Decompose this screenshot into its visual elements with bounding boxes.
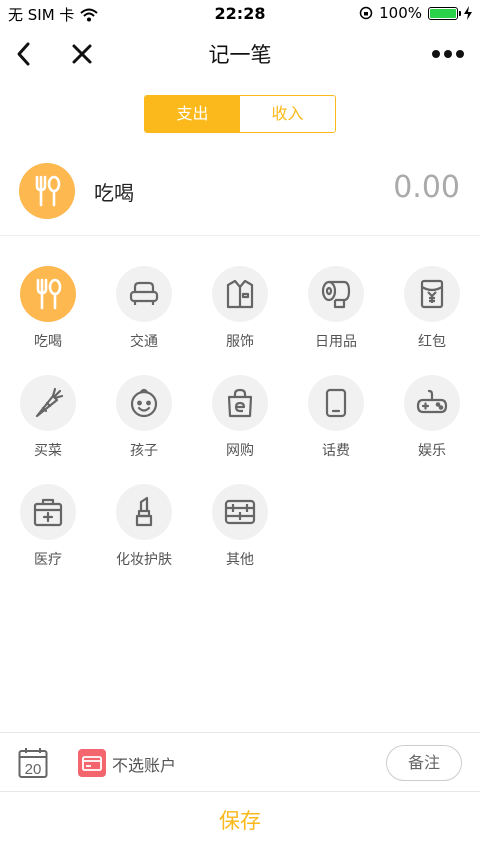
type-switch: 支出 收入 <box>144 95 336 133</box>
car-seat-icon <box>116 266 172 322</box>
baby-face-icon <box>116 375 172 431</box>
selected-category-name: 吃喝 <box>94 181 134 205</box>
bottom-toolbar: 20 不选账户 备注 <box>0 732 480 792</box>
category-item[interactable]: 网购 <box>192 375 288 475</box>
category-label: 话费 <box>322 443 350 459</box>
tab-expense[interactable]: 支出 <box>145 96 240 132</box>
category-item[interactable]: 孩子 <box>96 375 192 475</box>
category-item[interactable]: 日用品 <box>288 266 384 366</box>
red-envelope-icon <box>404 266 460 322</box>
more-icon[interactable] <box>430 38 466 70</box>
category-label: 服饰 <box>226 334 254 350</box>
category-label: 吃喝 <box>34 334 62 350</box>
category-label: 化妆护肤 <box>116 552 172 568</box>
note-button[interactable]: 备注 <box>386 745 462 781</box>
category-item[interactable]: 化妆护肤 <box>96 484 192 584</box>
account-selector[interactable]: 不选账户 <box>112 752 176 776</box>
amount-display[interactable]: 0.00 <box>393 170 460 205</box>
category-label: 医疗 <box>34 552 62 568</box>
category-item[interactable]: 红包 <box>384 266 480 366</box>
battery-icon <box>428 6 461 20</box>
category-label: 交通 <box>130 334 158 350</box>
toilet-paper-icon <box>308 266 364 322</box>
orientation-lock-icon <box>359 6 373 20</box>
selected-category-row: 吃喝 0.00 <box>0 160 480 236</box>
save-button[interactable]: 保存 <box>0 792 480 853</box>
shopping-bag-icon <box>212 375 268 431</box>
gamepad-icon <box>404 375 460 431</box>
category-label: 孩子 <box>130 443 158 459</box>
category-label: 其他 <box>226 552 254 568</box>
category-item[interactable]: 买菜 <box>0 375 96 475</box>
status-bar: 无 SIM 卡 22:28 100% <box>0 0 480 26</box>
lipstick-icon <box>116 484 172 540</box>
category-label: 买菜 <box>34 443 62 459</box>
bank-card-icon[interactable] <box>78 749 106 777</box>
category-label: 日用品 <box>315 334 357 350</box>
tab-income[interactable]: 收入 <box>240 96 335 132</box>
battery-percent: 100% <box>379 4 422 22</box>
category-label: 娱乐 <box>418 443 446 459</box>
category-item[interactable]: 娱乐 <box>384 375 480 475</box>
category-label: 红包 <box>418 334 446 350</box>
category-label: 网购 <box>226 443 254 459</box>
charging-icon <box>464 6 472 20</box>
category-item[interactable]: 吃喝 <box>0 266 96 366</box>
category-item[interactable]: 服饰 <box>192 266 288 366</box>
medical-kit-icon <box>20 484 76 540</box>
shirt-icon <box>212 266 268 322</box>
carrot-icon <box>20 375 76 431</box>
category-item[interactable]: 话费 <box>288 375 384 475</box>
phone-icon <box>308 375 364 431</box>
category-item[interactable]: 医疗 <box>0 484 96 584</box>
page-title: 记一笔 <box>208 43 272 67</box>
abacus-icon <box>212 484 268 540</box>
category-item[interactable]: 交通 <box>96 266 192 366</box>
nav-bar: 记一笔 <box>0 26 480 82</box>
fork-spoon-icon <box>20 266 76 322</box>
fork-spoon-icon <box>19 163 75 219</box>
category-item[interactable]: 其他 <box>192 484 288 584</box>
calendar-icon[interactable]: 20 <box>18 747 48 779</box>
calendar-day: 20 <box>25 761 42 778</box>
